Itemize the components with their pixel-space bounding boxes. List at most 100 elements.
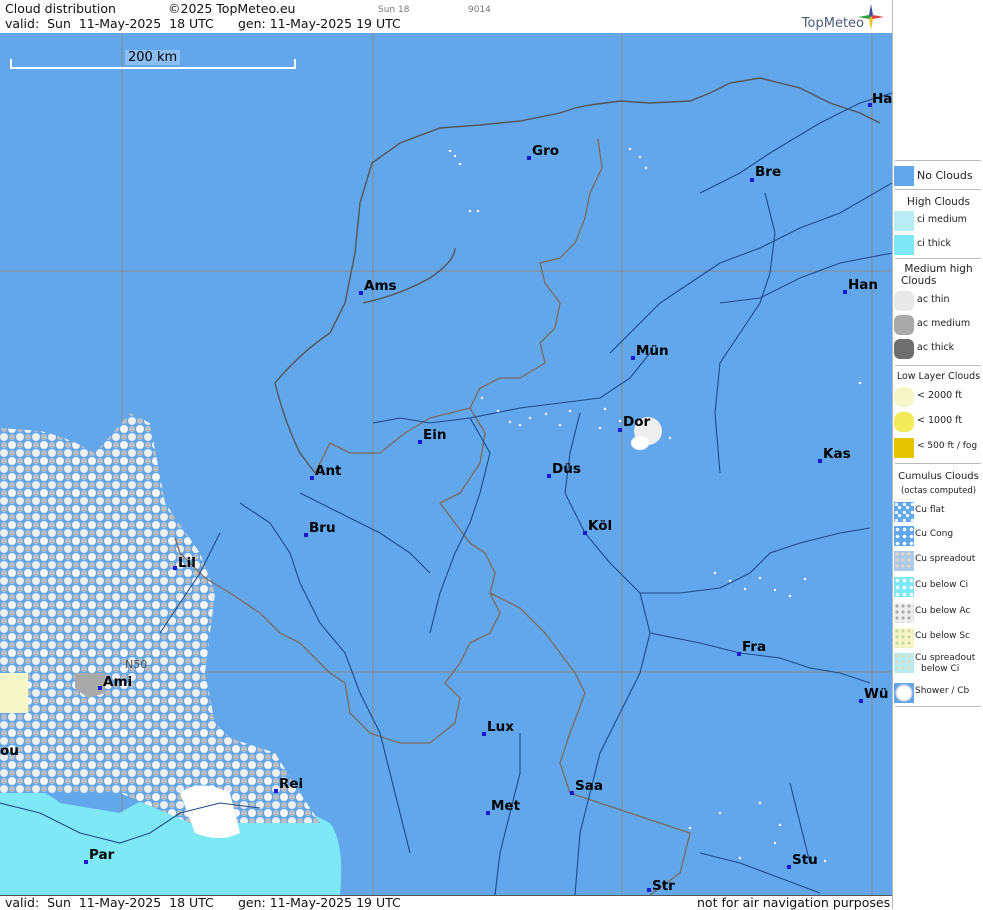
city-label: Met (491, 798, 521, 814)
logo-text: TopMeteo (801, 16, 864, 31)
city-marker (787, 865, 791, 869)
legend-label: Cu below Ci (915, 580, 969, 590)
topmeteo-logo: TopMeteo (790, 2, 886, 32)
cu-spreadout-swatch (894, 551, 914, 571)
chart-title: Cloud distribution (5, 1, 116, 16)
city-label: Ein (423, 427, 447, 443)
city-marker (818, 459, 822, 463)
legend-label: below Ci (921, 664, 960, 674)
legend-divider (895, 160, 981, 161)
city-marker (843, 290, 847, 294)
legend-item-cu-spreadout: Cu spreadout (893, 550, 983, 572)
city-marker (304, 533, 308, 537)
city-marker (570, 791, 574, 795)
legend-title-cumulus: Cumulus Clouds (898, 471, 979, 482)
generated-time: gen: 11-May-2025 19 UTC (238, 16, 401, 31)
legend-item-shower: Shower / Cb (893, 682, 983, 704)
cu-below-sc-swatch (894, 628, 914, 648)
city-label: Ant (315, 463, 342, 479)
legend-label: < 1000 ft (917, 415, 963, 426)
legend-panel: No Clouds High Clouds ci medium ci thick… (892, 0, 983, 909)
cloud-areas (0, 413, 662, 895)
city-label: Bre (755, 164, 782, 180)
legend-item-cu-below-ac: Cu below Ac (893, 602, 983, 624)
city-label: Ams (364, 278, 397, 294)
city-label: Lil (178, 555, 196, 571)
city-label: Köl (588, 518, 613, 534)
city-marker (737, 652, 741, 656)
legend-label: Cu Cong (915, 529, 954, 539)
sun-label: Sun 18 (378, 5, 410, 15)
city-label: Wü (864, 686, 889, 702)
legend-title-low: Low Layer Clouds (896, 371, 981, 382)
legend-title-medium: Medium high Clouds (893, 263, 983, 287)
city-label: Str (652, 878, 675, 894)
city-marker (631, 356, 635, 360)
header-bar: Cloud distribution ©2025 TopMeteo.eu Sun… (0, 0, 892, 34)
legend-item-low-2000: < 2000 ft (893, 386, 983, 408)
copyright: ©2025 TopMeteo.eu (168, 1, 296, 16)
legend-divider (895, 463, 981, 464)
legend-title-line: Clouds (901, 275, 937, 287)
legend-label: ac thin (917, 294, 950, 305)
legend-label: ac medium (917, 318, 971, 329)
legend-subtitle-cumulus: (octas computed) (900, 486, 977, 496)
cu-spreadout-below-ci-swatch (894, 653, 914, 673)
legend-item-low-500: < 500 ft / fog (893, 437, 983, 459)
legend-label: < 500 ft / fog (917, 441, 978, 451)
legend-item-ci-medium: ci medium (893, 210, 983, 232)
city-marker (527, 156, 531, 160)
legend-item-cu-below-sc: Cu below Sc (893, 627, 983, 649)
legend-item-low-1000: < 1000 ft (893, 411, 983, 433)
city-marker (482, 732, 486, 736)
legend-label: Cu below Ac (915, 606, 971, 616)
legend-item-no-clouds: No Clouds (893, 165, 983, 187)
city-label: Düs (552, 461, 581, 477)
legend-label: ac thick (917, 342, 955, 353)
legend-label: ci medium (917, 214, 967, 225)
legend-divider (895, 258, 981, 259)
city-marker (84, 860, 88, 864)
ac-thick-swatch (894, 339, 914, 359)
no-clouds-swatch (894, 166, 914, 186)
scale-label: 200 km (125, 50, 181, 65)
city-marker (418, 440, 422, 444)
city-label: Stu (792, 852, 818, 868)
city-label: Kas (823, 446, 851, 462)
legend-divider (895, 706, 981, 707)
legend-divider (895, 365, 981, 366)
legend-title-high: High Clouds (907, 196, 970, 208)
legend-divider (895, 189, 981, 190)
city-marker (647, 888, 651, 892)
disclaimer: not for air navigation purposes (697, 895, 891, 910)
ci-medium-swatch (894, 211, 914, 231)
legend-label: ci thick (917, 238, 951, 249)
map-graphics (0, 33, 892, 895)
cloud-map[interactable]: 200 km N50 Gro Bre Ha Ams Han Mün Dor Ein Ant Düs… (0, 33, 892, 895)
legend-title-line: Medium high (904, 263, 973, 275)
city-marker (750, 178, 754, 182)
city-marker (618, 428, 622, 432)
city-label: Mün (636, 343, 669, 359)
footer-valid-time: valid: Sun 11-May-2025 18 UTC (5, 895, 214, 910)
city-marker (359, 291, 363, 295)
city-label: Par (89, 847, 115, 863)
city-label: Ha (872, 91, 892, 107)
city-marker (547, 474, 551, 478)
city-marker (98, 686, 102, 690)
cu-below-ac-swatch (894, 603, 914, 623)
legend-item-ci-thick: ci thick (893, 234, 983, 256)
low-1000-swatch (894, 412, 914, 432)
ac-medium-swatch (894, 315, 914, 335)
city-label: Fra (742, 639, 767, 655)
legend-label: Cu flat (915, 505, 945, 515)
city-marker (486, 811, 490, 815)
city-marker (859, 699, 863, 703)
city-marker (310, 476, 314, 480)
cu-cong-swatch (894, 526, 914, 546)
legend-item-cu-spreadout-below-ci: Cu spreadout below Ci (893, 652, 983, 680)
ci-thick-swatch (894, 235, 914, 255)
city-label: Bru (309, 520, 336, 536)
coastlines (274, 77, 881, 474)
low-2000-swatch (894, 387, 914, 407)
